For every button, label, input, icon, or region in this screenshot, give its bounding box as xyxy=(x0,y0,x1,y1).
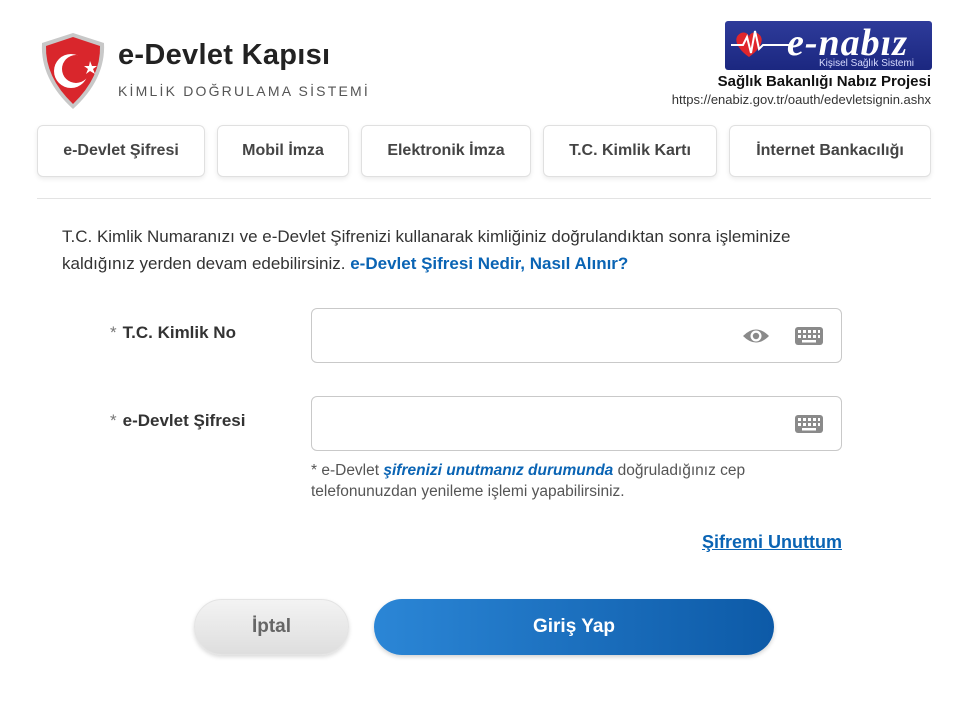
tab-mobil-imza[interactable]: Mobil İmza xyxy=(217,125,349,177)
tckn-field[interactable] xyxy=(311,308,842,363)
tab-elektronik-imza[interactable]: Elektronik İmza xyxy=(361,125,531,177)
keyboard-icon[interactable] xyxy=(794,325,824,347)
required-mark: * xyxy=(110,323,117,342)
partner-logo: e-nabız Kişisel Sağlık Sistemi xyxy=(725,21,932,70)
tckn-input[interactable] xyxy=(326,321,726,351)
cancel-button[interactable]: İptal xyxy=(194,599,349,655)
partner-name: Sağlık Bakanlığı Nabız Projesi xyxy=(717,73,931,90)
note-emphasis[interactable]: şifrenizi unutmanız durumunda xyxy=(383,462,613,479)
heart-pulse-icon xyxy=(731,30,791,57)
password-input[interactable] xyxy=(326,409,726,439)
intro-text: T.C. Kimlik Numaranızı ve e-Devlet Şifre… xyxy=(62,223,862,277)
required-mark: * xyxy=(110,411,117,430)
page-title: e-Devlet Kapısı xyxy=(118,39,331,71)
tckn-label-text: T.C. Kimlik No xyxy=(122,323,236,342)
divider xyxy=(37,198,931,199)
eye-icon[interactable] xyxy=(741,325,771,347)
edevlet-logo-icon xyxy=(41,33,105,109)
password-help-link[interactable]: e-Devlet Şifresi Nedir, Nasıl Alınır? xyxy=(350,254,628,273)
partner-url: https://enabiz.gov.tr/oauth/edevletsigni… xyxy=(671,92,931,107)
password-label-text: e-Devlet Şifresi xyxy=(122,411,246,430)
tab-tc-kimlik-karti[interactable]: T.C. Kimlik Kartı xyxy=(543,125,717,177)
tab-internet-bankaciligi[interactable]: İnternet Bankacılığı xyxy=(729,125,931,177)
login-button[interactable]: Giriş Yap xyxy=(374,599,774,655)
forgot-password-link[interactable]: Şifremi Unuttum xyxy=(702,532,842,553)
keyboard-icon[interactable] xyxy=(794,413,824,435)
password-label: * e-Devlet Şifresi xyxy=(110,411,245,431)
tckn-label: * T.C. Kimlik No xyxy=(110,323,236,343)
tab-edevlet-sifresi[interactable]: e-Devlet Şifresi xyxy=(37,125,205,177)
page-subtitle: KİMLİK DOĞRULAMA SİSTEMİ xyxy=(118,83,370,99)
note-prefix: * e-Devlet xyxy=(311,462,380,479)
partner-tagline: Kişisel Sağlık Sistemi xyxy=(818,58,914,69)
password-note: * e-Devlet şifrenizi unutmanız durumunda… xyxy=(311,460,831,502)
password-field[interactable] xyxy=(311,396,842,451)
